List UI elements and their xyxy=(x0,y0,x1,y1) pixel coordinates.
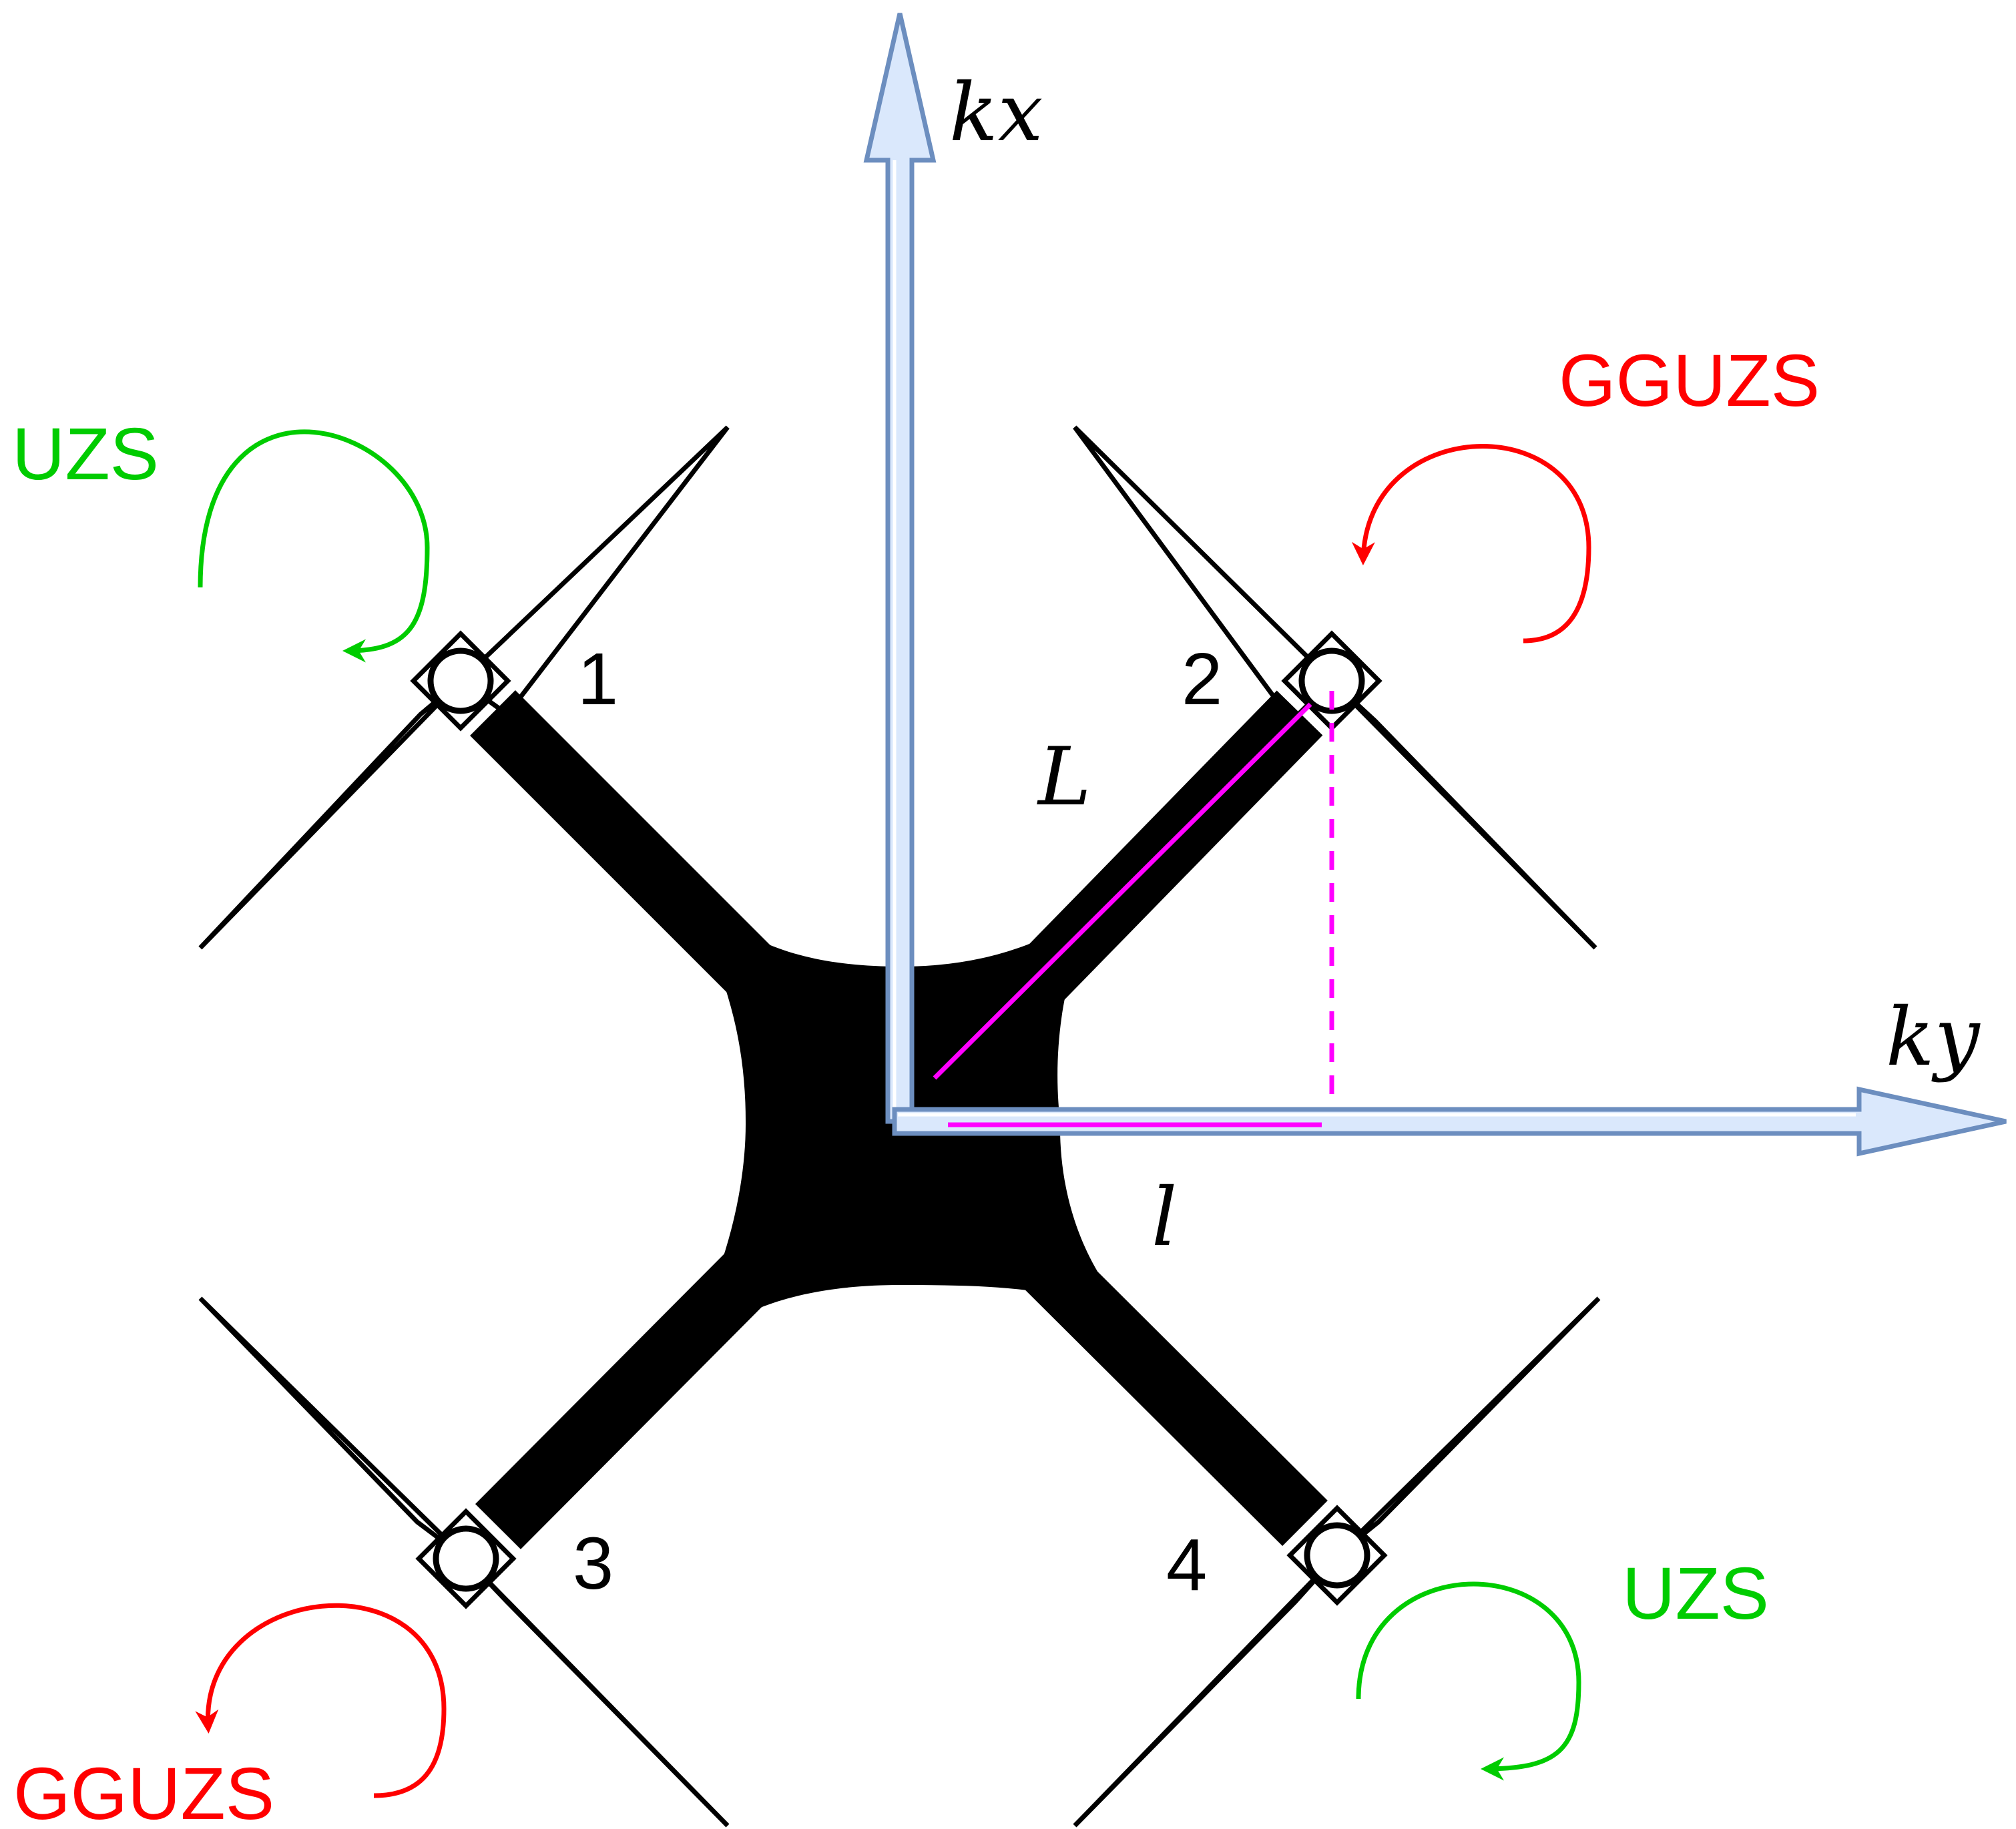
rotation-arrow-2-icon xyxy=(1351,444,1591,643)
motor-hub-4 xyxy=(1304,1522,1370,1589)
motor-number-1: 1 xyxy=(577,638,618,720)
rotation-label-3: GGUZS xyxy=(13,1753,274,1829)
rotation-label-2: GGUZS xyxy=(1559,340,1820,422)
arm-length-line xyxy=(933,702,1312,1080)
projection-label: l xyxy=(1152,1171,1177,1264)
motor-hub-3 xyxy=(433,1525,499,1592)
quadcopter-diagram: kx ky L l 1 2 3 4 UZS GGUZS GGUZS UZS xyxy=(12,13,2007,1829)
rotation-arrow-1-icon xyxy=(198,429,430,663)
kx-axis-arrow xyxy=(863,13,937,1124)
motor-number-2: 2 xyxy=(1182,638,1222,720)
kx-axis-label: kx xyxy=(949,67,1043,160)
motor-number-4: 4 xyxy=(1166,1524,1207,1606)
motor-number-3: 3 xyxy=(573,1523,613,1605)
ky-axis-arrow xyxy=(892,1086,2007,1157)
arm-length-label: L xyxy=(1037,731,1091,824)
ky-axis-label: ky xyxy=(1886,991,1981,1084)
rotation-label-4: UZS xyxy=(1622,1553,1769,1635)
motor-hub-1 xyxy=(427,647,494,714)
rotation-arrow-4-icon xyxy=(1356,1581,1581,1781)
rotation-label-1: UZS xyxy=(12,413,159,495)
